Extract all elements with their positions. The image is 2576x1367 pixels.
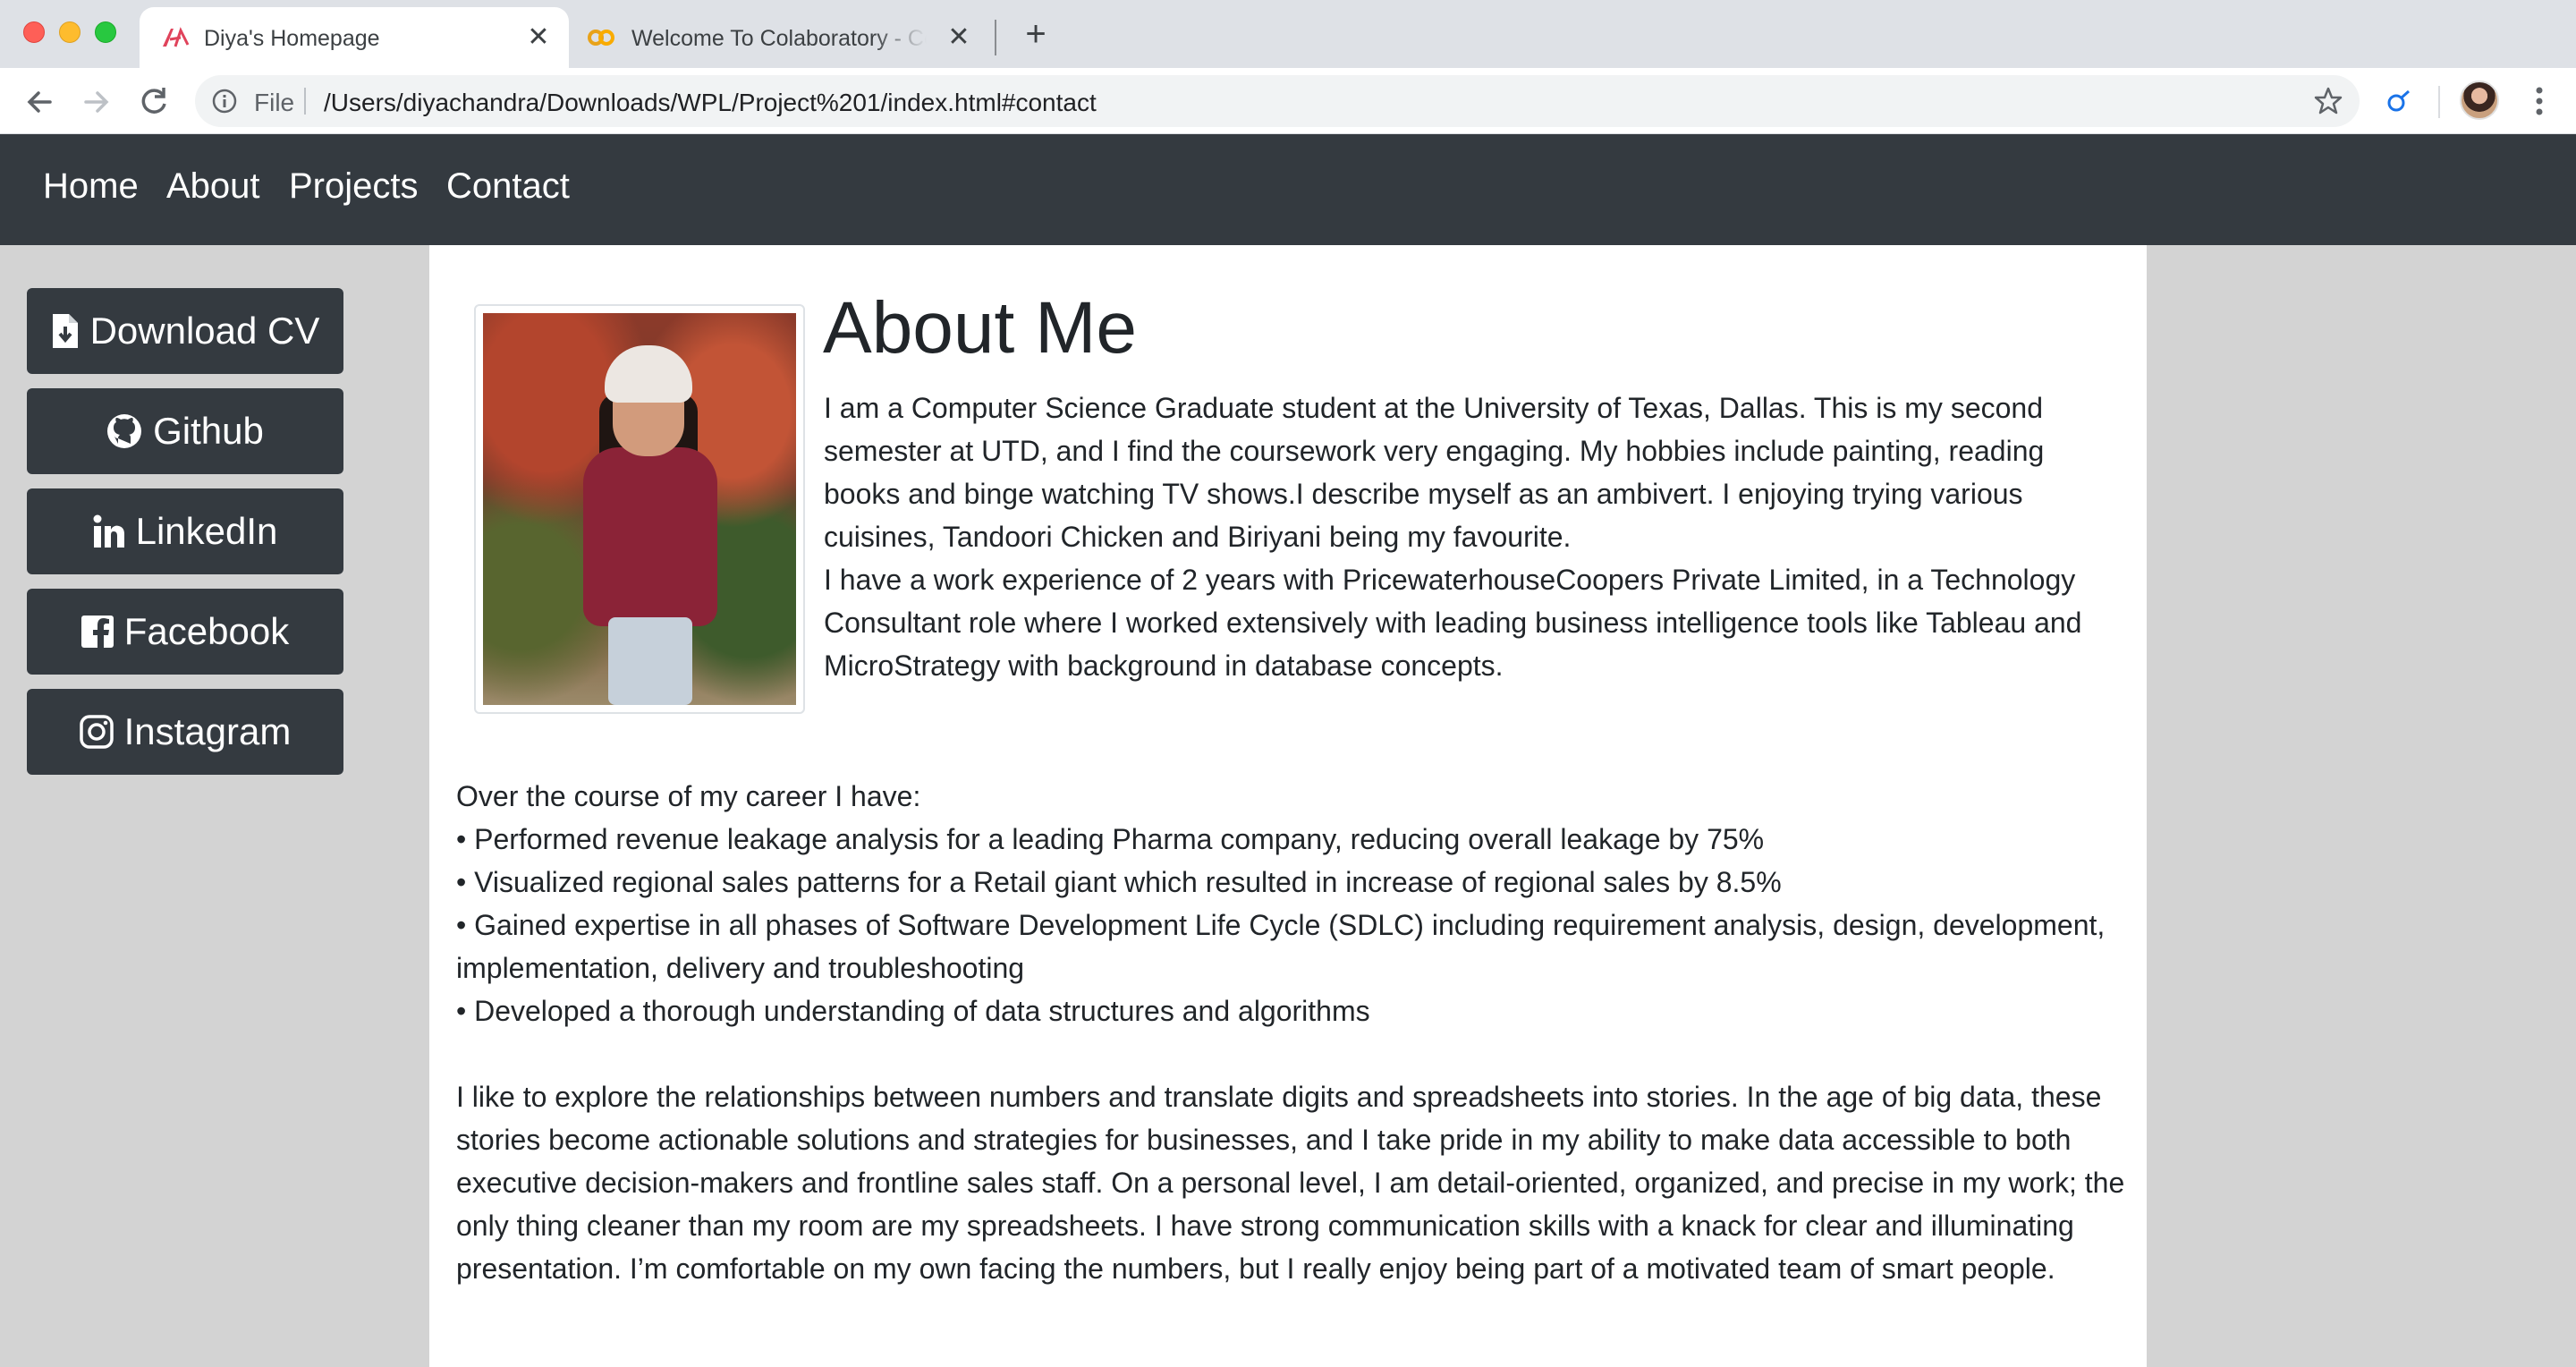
download-cv-label: Download CV	[89, 310, 320, 352]
facebook-icon	[80, 616, 114, 648]
maximize-window-button[interactable]	[95, 21, 116, 43]
forward-arrow-icon[interactable]	[77, 82, 116, 122]
instagram-label: Instagram	[123, 710, 292, 752]
nav-projects-link[interactable]: Projects	[289, 166, 419, 207]
extension-icon[interactable]	[2385, 88, 2411, 115]
instagram-button[interactable]: Instagram	[27, 689, 343, 775]
intro-line: I am a Computer Science Graduate student…	[824, 392, 2045, 553]
career-point: • Performed revenue leakage analysis for…	[456, 823, 1765, 855]
career-section: Over the course of my career I have: • P…	[456, 775, 2129, 1032]
career-point: • Gained expertise in all phases of Soft…	[456, 909, 2106, 984]
instagram-icon	[79, 715, 114, 749]
career-point: • Developed a thorough understanding of …	[456, 995, 1370, 1027]
profile-photo-frame	[474, 304, 805, 714]
site-navbar: Home About Projects Contact	[0, 134, 2576, 245]
linkedin-label: LinkedIn	[135, 510, 278, 552]
toolbar-divider	[2438, 86, 2440, 118]
close-tab-icon[interactable]: ✕	[524, 23, 553, 52]
nav-home-link[interactable]: Home	[43, 166, 139, 207]
tab-title: Welcome To Colaboratory - Colaboratory	[631, 26, 927, 52]
closing-paragraph: I like to explore the relationships betw…	[456, 1081, 2125, 1285]
download-cv-button[interactable]: Download CV	[27, 288, 343, 374]
browser-toolbar: File /Users/diyachandra/Downloads/WPL/Pr…	[0, 68, 2576, 134]
tab-diyas-homepage[interactable]: Diya's Homepage ✕	[140, 7, 569, 68]
profile-avatar[interactable]	[2460, 81, 2499, 120]
browser-tabstrip: Diya's Homepage ✕ Welcome To Colaborator…	[0, 0, 2576, 68]
address-divider	[304, 88, 306, 115]
tab-divider	[995, 20, 996, 55]
reload-icon[interactable]	[134, 82, 174, 122]
close-tab-icon[interactable]: ✕	[945, 23, 973, 52]
github-label: Github	[153, 410, 264, 452]
ai-favicon-icon	[163, 27, 190, 47]
back-arrow-icon[interactable]	[20, 82, 59, 122]
colab-favicon-icon	[588, 30, 614, 46]
github-button[interactable]: Github	[27, 388, 343, 474]
career-point: • Visualized regional sales patterns for…	[456, 866, 1782, 898]
tab-colaboratory[interactable]: Welcome To Colaboratory - Colaboratory ✕	[578, 7, 984, 68]
info-icon[interactable]	[211, 88, 238, 115]
file-download-icon	[52, 314, 78, 348]
url-text[interactable]: /Users/diyachandra/Downloads/WPL/Project…	[324, 89, 1097, 117]
github-icon	[107, 414, 142, 448]
tab-title: Diya's Homepage	[204, 26, 380, 51]
nav-contact-link[interactable]: Contact	[446, 166, 570, 207]
address-bar[interactable]: File /Users/diyachandra/Downloads/WPL/Pr…	[195, 75, 2360, 127]
minimize-window-button[interactable]	[59, 21, 80, 43]
more-menu-icon[interactable]	[2524, 84, 2555, 118]
close-window-button[interactable]	[23, 21, 45, 43]
about-heading: About Me	[823, 287, 1137, 369]
linkedin-button[interactable]: LinkedIn	[27, 488, 343, 574]
nav-about-link[interactable]: About	[166, 166, 260, 207]
intro-paragraph: I am a Computer Science Graduate student…	[824, 386, 2112, 687]
about-content-panel: About Me I am a Computer Science Graduat…	[429, 245, 2147, 1367]
profile-photo	[483, 313, 796, 705]
facebook-button[interactable]: Facebook	[27, 589, 343, 675]
career-intro: Over the course of my career I have:	[456, 780, 921, 812]
new-tab-plus-icon[interactable]: +	[1018, 16, 1054, 52]
url-scheme-label: File	[254, 89, 295, 116]
bookmark-star-icon[interactable]	[2313, 86, 2343, 116]
intro-line: I have a work experience of 2 years with…	[824, 564, 2082, 682]
linkedin-icon	[93, 514, 124, 548]
facebook-label: Facebook	[123, 610, 290, 652]
